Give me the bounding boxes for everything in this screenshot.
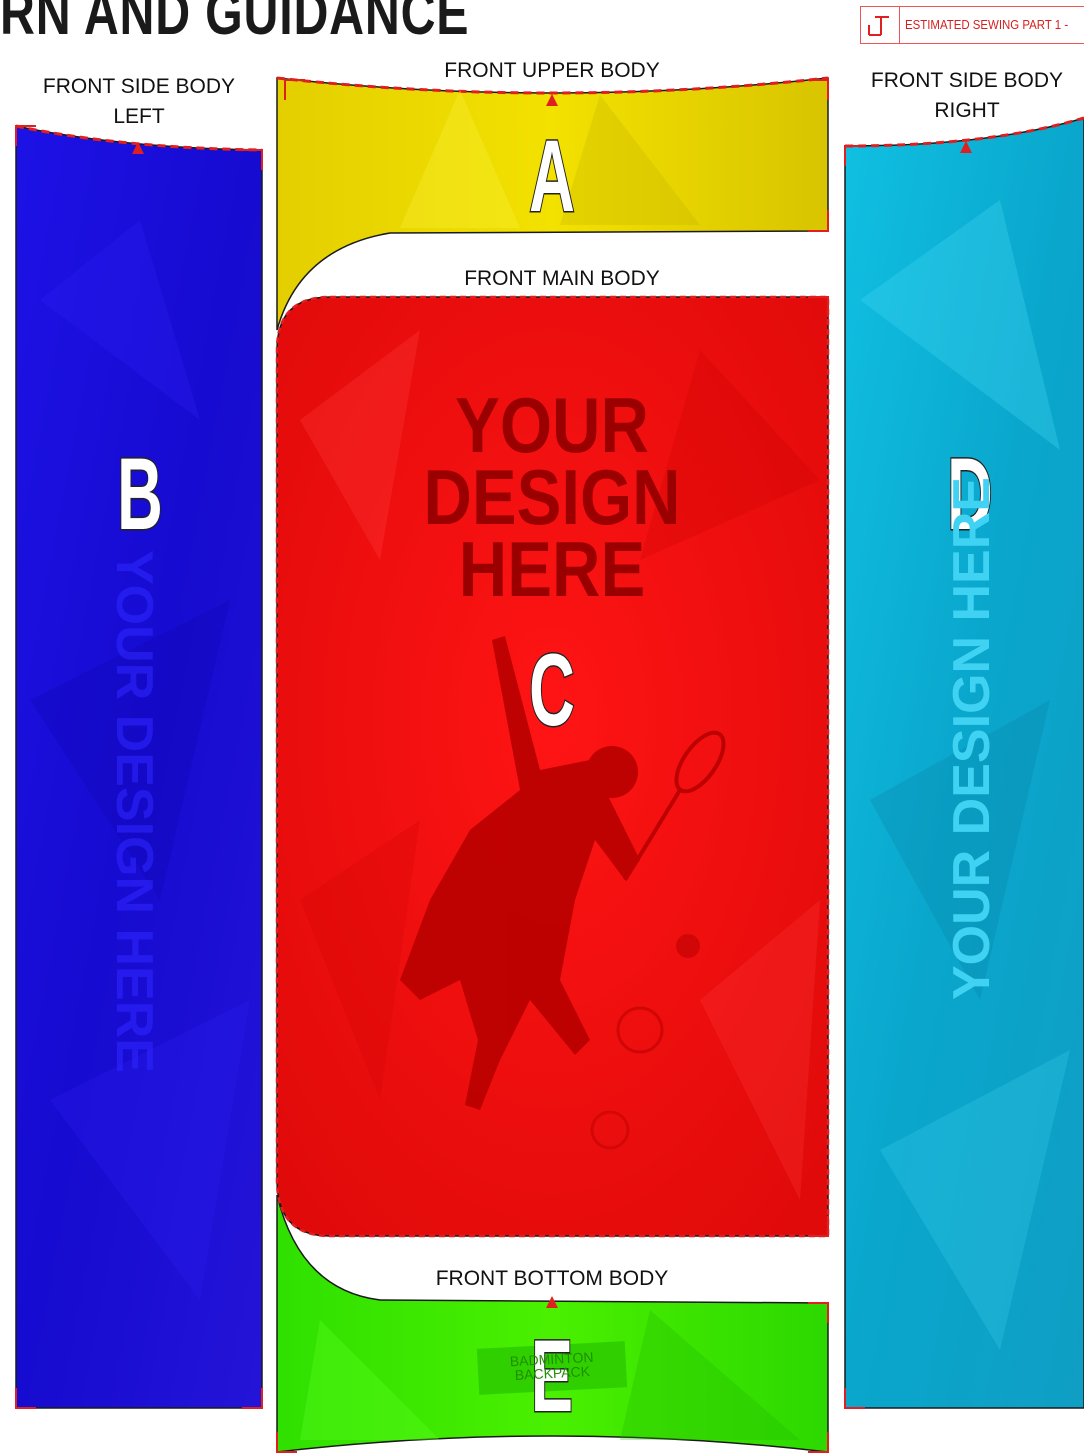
label-front-side-left-line2: LEFT [113, 105, 165, 128]
label-front-side-left-line1: FRONT SIDE BODY [42, 75, 236, 98]
label-front-side-left: FRONT SIDE BODY LEFT [14, 72, 264, 132]
label-front-side-right: FRONT SIDE BODY RIGHT [840, 66, 1084, 126]
design-line-2: DESIGN [423, 452, 681, 541]
label-front-bottom: FRONT BOTTOM BODY [435, 1267, 669, 1290]
label-front-side-right-line1: FRONT SIDE BODY [870, 69, 1064, 92]
letter-c: C [528, 632, 576, 749]
letter-a: A [528, 118, 576, 235]
design-placeholder-right: YOUR DESIGN HERE [943, 477, 1001, 1000]
design-line-1: YOUR [455, 381, 649, 469]
label-front-upper: FRONT UPPER BODY [444, 59, 660, 82]
design-line-3: HERE [458, 524, 646, 613]
design-placeholder-left: YOUR DESIGN HERE [105, 550, 163, 1073]
label-front-side-right-line2: RIGHT [934, 99, 1000, 122]
label-front-main: FRONT MAIN BODY [464, 267, 660, 290]
design-placeholder-main: YOUR DESIGN HERE [423, 381, 681, 613]
letter-b: B [116, 436, 164, 553]
